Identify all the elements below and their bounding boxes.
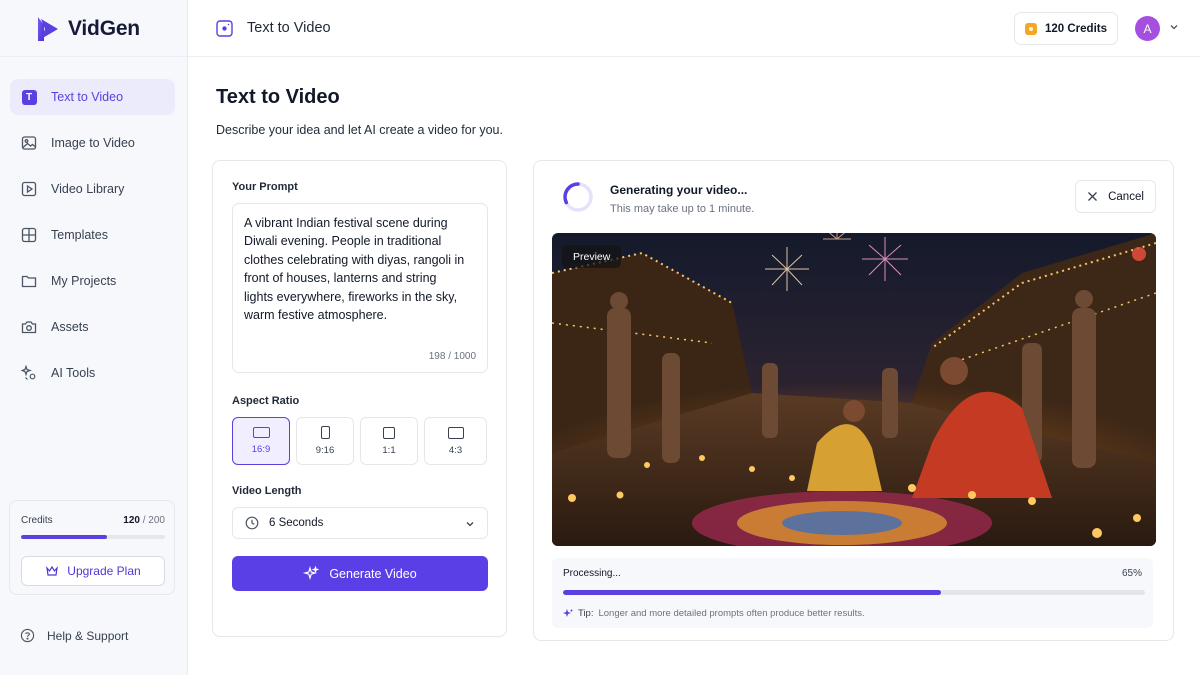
clock-icon: [245, 516, 259, 530]
generate-video-button[interactable]: Generate Video: [232, 556, 488, 591]
portrait-icon: [320, 426, 330, 439]
sidebar-item-text-to-video[interactable]: T Text to Video: [10, 79, 175, 115]
page-title: Text to Video: [216, 86, 340, 108]
prompt-label: Your Prompt: [232, 181, 298, 193]
grid-icon: [21, 227, 37, 243]
progress-panel: Processing... 65% Tip: Longer and more d…: [552, 558, 1153, 628]
app-logo[interactable]: VidGen: [36, 16, 140, 42]
sidebar-item-assets[interactable]: Assets: [10, 309, 175, 345]
square-icon: [383, 426, 395, 439]
tip-text: Tip: Longer and more detailed prompts of…: [563, 608, 865, 619]
sparkle-icon: [563, 608, 573, 617]
sidebar-item-ai-tools[interactable]: AI Tools: [10, 355, 175, 391]
prompt-form-card: Your Prompt A vibrant Indian festival sc…: [212, 160, 507, 637]
video-length-select[interactable]: 6 Seconds: [232, 507, 488, 539]
image-icon: [21, 135, 37, 151]
prompt-char-count: 198 / 1000: [428, 351, 476, 362]
sidebar-divider: [0, 56, 188, 57]
aspect-ratio-label-text: 16:9: [251, 444, 271, 455]
tip-label: Tip:: [578, 608, 594, 619]
sparkle-icon: [303, 565, 320, 580]
text-icon: T: [21, 89, 37, 105]
sidebar-item-label: My Projects: [51, 274, 117, 288]
aspect-ratio-9-16[interactable]: 9:16: [296, 417, 354, 465]
aspect-ratio-label-text: 4:3: [448, 444, 463, 456]
help-icon: [20, 628, 35, 643]
cancel-label: Cancel: [1108, 190, 1144, 203]
video-frame-icon: [216, 20, 233, 37]
aspect-ratio-label-text: 1:1: [382, 444, 396, 456]
cancel-button[interactable]: Cancel: [1075, 180, 1156, 213]
sidebar-item-video-library[interactable]: Video Library: [10, 171, 175, 207]
progress-bar-fill: [563, 590, 942, 595]
credits-balance-label: 120 Credits: [1044, 22, 1107, 35]
vidgen-logo-icon: [38, 17, 58, 41]
credits-balance-button[interactable]: 120 Credits: [1014, 12, 1118, 45]
sidebar-item-my-projects[interactable]: My Projects: [10, 263, 175, 299]
ai-tools-icon: [21, 365, 37, 381]
diwali-scene-image: [552, 233, 1156, 546]
sidebar-item-label: Video Library: [51, 182, 125, 196]
credits-total: / 200: [142, 515, 165, 526]
credits-label: Credits: [21, 515, 53, 526]
chevron-down-icon[interactable]: [1169, 22, 1179, 32]
progress-percent: 65%: [1121, 568, 1142, 579]
app-name: VidGen: [68, 17, 140, 40]
crown-icon: [46, 565, 59, 576]
credits-progress-bar: [21, 535, 165, 539]
sidebar: VidGen T Text to Video Image to Video Vi…: [0, 0, 188, 675]
tip-message: Longer and more detailed prompts often p…: [598, 608, 865, 619]
top-header: Text to Video 120 Credits A: [188, 0, 1200, 57]
video-length-label: Video Length: [232, 485, 302, 497]
credits-progress-fill: [21, 535, 108, 539]
prompt-textarea[interactable]: A vibrant Indian festival scene during D…: [232, 203, 488, 373]
folder-icon: [21, 273, 37, 289]
generate-video-label: Generate Video: [329, 566, 417, 581]
sidebar-nav: T Text to Video Image to Video Video Lib…: [10, 79, 175, 401]
credits-used: 120: [123, 515, 140, 526]
sidebar-item-label: AI Tools: [51, 366, 96, 380]
video-length-value: 6 Seconds: [269, 517, 324, 529]
sidebar-item-label: Text to Video: [51, 90, 124, 104]
upgrade-plan-button[interactable]: Upgrade Plan: [21, 556, 165, 586]
loading-spinner-icon: [563, 182, 593, 212]
close-icon: [1088, 192, 1098, 201]
landscape-icon: [252, 427, 270, 438]
progress-label: Processing...: [563, 568, 621, 579]
avatar[interactable]: A: [1135, 16, 1160, 41]
chevron-down-icon: [466, 522, 474, 527]
coin-icon: [1024, 22, 1037, 35]
progress-bar: [563, 590, 1145, 595]
aspect-ratio-16-9[interactable]: 16:9: [232, 417, 290, 465]
sidebar-item-label: Image to Video: [51, 136, 135, 150]
credits-value: 120 / 200: [123, 515, 165, 526]
help-support-label: Help & Support: [47, 628, 129, 643]
aspect-ratio-label-text: 9:16: [315, 445, 335, 456]
prompt-text: A vibrant Indian festival scene during D…: [244, 216, 465, 323]
preview-badge: Preview: [562, 245, 622, 268]
record-indicator-icon: [1132, 247, 1146, 261]
sidebar-item-label: Assets: [51, 320, 89, 334]
header-title: Text to Video: [247, 20, 331, 36]
page-subtitle: Describe your idea and let AI create a v…: [216, 123, 503, 137]
sidebar-item-templates[interactable]: Templates: [10, 217, 175, 253]
video-preview[interactable]: Preview: [552, 233, 1156, 546]
credits-card: Credits 120 / 200 Upgrade Plan: [9, 500, 175, 595]
aspect-ratio-label: Aspect Ratio: [232, 395, 300, 407]
camera-icon: [21, 319, 37, 335]
aspect-ratio-4-3[interactable]: 4:3: [424, 417, 487, 465]
aspect-ratio-group: 16:9 9:16 1:1 4:3: [232, 417, 488, 465]
generation-status-title: Generating your video...: [610, 183, 748, 197]
play-square-icon: [21, 181, 37, 197]
upgrade-plan-label: Upgrade Plan: [67, 564, 141, 578]
sidebar-item-label: Templates: [51, 228, 108, 242]
generation-card: Generating your video... This may take u…: [533, 160, 1174, 641]
help-support-link[interactable]: Help & Support: [20, 628, 128, 643]
aspect-ratio-1-1[interactable]: 1:1: [360, 417, 418, 465]
generation-status-subtitle: This may take up to 1 minute.: [610, 203, 755, 215]
sidebar-item-image-to-video[interactable]: Image to Video: [10, 125, 175, 161]
rectangle-icon: [447, 426, 464, 439]
